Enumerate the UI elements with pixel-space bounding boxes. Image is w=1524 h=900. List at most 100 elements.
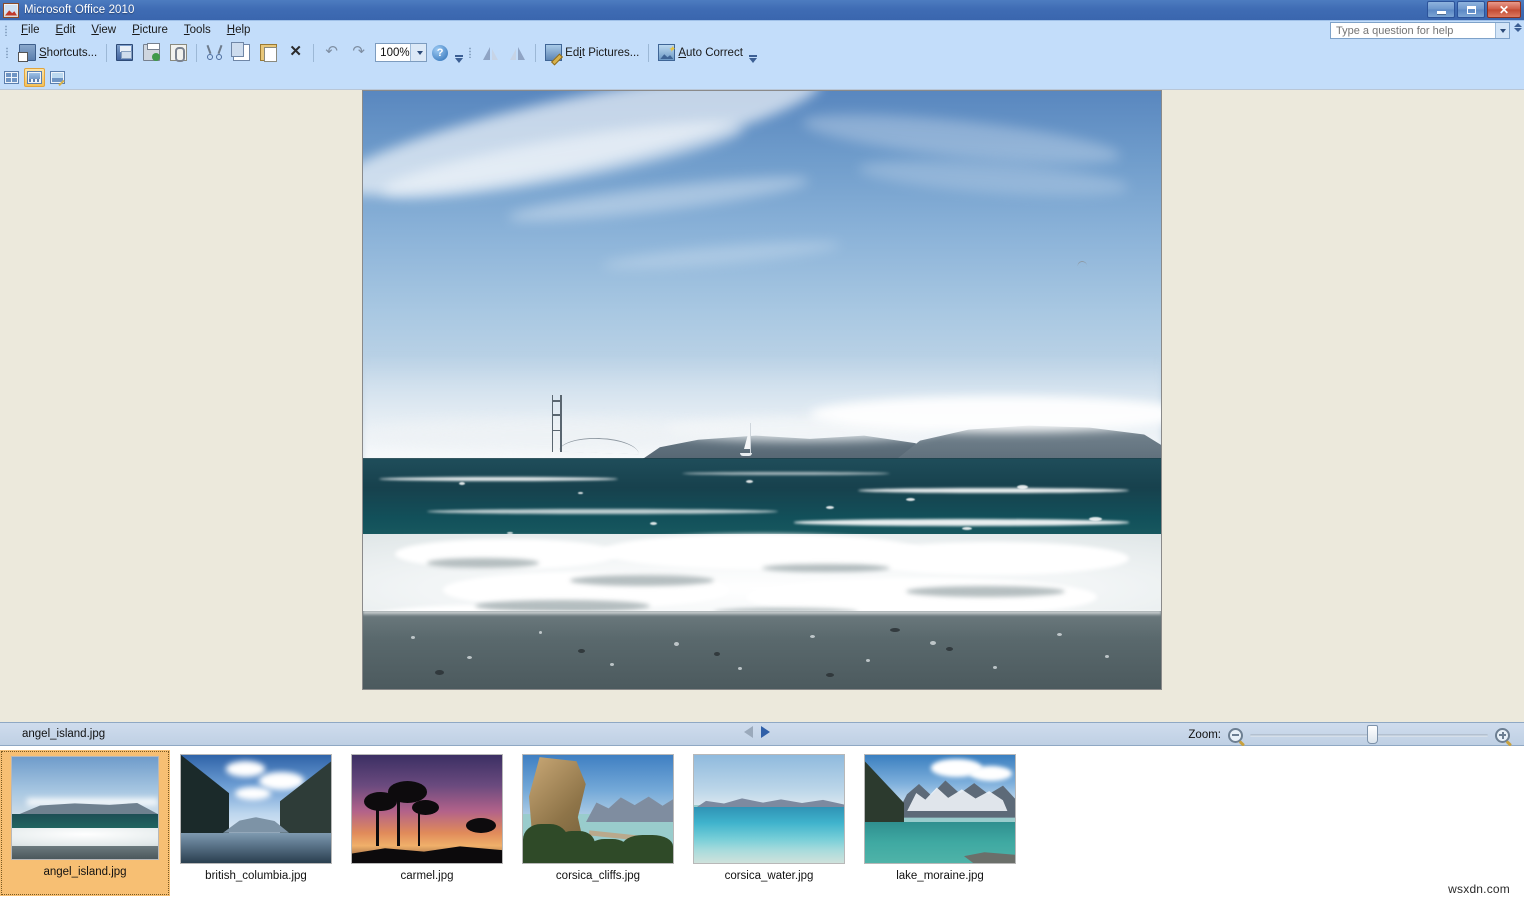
picture-toolbar-overflow-button[interactable]: [748, 43, 759, 63]
help-button[interactable]: ?: [428, 42, 452, 64]
filmstrip-icon: [27, 70, 42, 84]
toolbar-zone: Shortcuts... ✕ ↶ ↷ 100% ? Edit Pictures.…: [0, 40, 1524, 89]
menu-item-view[interactable]: View: [83, 21, 124, 39]
window-title: Microsoft Office 2010: [24, 4, 135, 16]
thumbnail-label: corsica_water.jpg: [724, 870, 814, 882]
menu-item-tools[interactable]: Tools: [176, 21, 219, 39]
thumbnail-carmel[interactable]: carmel.jpg: [342, 750, 512, 896]
standard-toolbar: Shortcuts... ✕ ↶ ↷ 100% ? Edit Pictures.…: [0, 40, 1524, 65]
thumbnail-view-button[interactable]: [1, 68, 22, 87]
next-picture-button[interactable]: [761, 726, 770, 738]
help-search-box[interactable]: [1330, 22, 1510, 39]
zoom-slider[interactable]: [1250, 725, 1488, 744]
thumbnail-grid-icon: [4, 70, 19, 84]
delete-button[interactable]: ✕: [283, 42, 308, 64]
email-button[interactable]: [166, 42, 191, 64]
edit-pictures-icon: [545, 44, 563, 61]
rotate-right-button[interactable]: [505, 42, 530, 64]
shortcuts-button[interactable]: Shortcuts...: [15, 42, 101, 64]
toolbar-separator: [648, 43, 650, 62]
picture-manager-window: Microsoft Office 2010 ✕ File Edit View P…: [0, 0, 1524, 900]
scissors-icon: [206, 44, 223, 61]
rotate-right-icon: [509, 44, 526, 61]
menu-item-picture[interactable]: Picture: [124, 21, 176, 39]
single-picture-icon: [50, 70, 65, 84]
thumbnail-lake-moraine[interactable]: lake_moraine.jpg: [855, 750, 1025, 896]
save-icon: [116, 44, 134, 61]
question-mark-icon: ?: [432, 44, 449, 61]
menu-item-file[interactable]: File: [13, 21, 48, 39]
thumbnail-angel-island[interactable]: angel_island.jpg: [0, 750, 170, 896]
thumbnail-image: [11, 756, 159, 860]
rotate-left-button[interactable]: [478, 42, 503, 64]
printer-icon: [143, 43, 161, 61]
title-bar: Microsoft Office 2010 ✕: [0, 0, 1524, 21]
undo-button[interactable]: ↶: [319, 42, 344, 64]
zoom-out-icon[interactable]: [1228, 727, 1243, 743]
preview-image[interactable]: [362, 90, 1162, 690]
zoom-slider-thumb[interactable]: [1367, 725, 1378, 744]
cut-button[interactable]: [202, 42, 227, 64]
toolbar-separator: [313, 43, 315, 62]
thumbnail-label: lake_moraine.jpg: [896, 870, 984, 882]
save-button[interactable]: [112, 42, 137, 64]
print-button[interactable]: [139, 42, 164, 64]
undo-arrow-icon: ↶: [325, 43, 338, 60]
toolbar-separator: [535, 43, 537, 62]
help-search-input[interactable]: [1331, 24, 1495, 37]
thumbnail-label: british_columbia.jpg: [205, 870, 307, 882]
standard-toolbar-overflow-button[interactable]: [453, 43, 464, 63]
menu-bar: File Edit View Picture Tools Help: [0, 21, 1524, 40]
picture-navigation: [744, 726, 770, 738]
window-controls: ✕: [1427, 1, 1521, 18]
edit-pictures-button[interactable]: Edit Pictures...: [541, 42, 643, 64]
menu-gripper[interactable]: [2, 23, 10, 37]
redo-arrow-icon: ↷: [352, 43, 365, 60]
standard-toolbar-gripper[interactable]: [3, 46, 11, 60]
copy-icon: [231, 42, 251, 61]
help-search-dropdown-icon[interactable]: [1495, 23, 1509, 38]
auto-correct-button[interactable]: ✦ Auto Correct: [654, 42, 747, 64]
maximize-button[interactable]: [1457, 1, 1485, 18]
auto-correct-icon: ✦: [658, 44, 676, 61]
thumbnail-label: corsica_cliffs.jpg: [555, 870, 641, 882]
thumbnail-image: [693, 754, 845, 864]
photo-canvas: [363, 91, 1161, 689]
thumbnail-corsica-water[interactable]: corsica_water.jpg: [684, 750, 854, 896]
close-button[interactable]: ✕: [1487, 1, 1521, 18]
toolbar-separator: [196, 43, 198, 62]
thumbnail-british-columbia[interactable]: british_columbia.jpg: [171, 750, 341, 896]
picture-manager-icon: [3, 2, 19, 18]
photo-sailboat: [739, 423, 753, 456]
thumbnail-label: angel_island.jpg: [43, 866, 127, 878]
current-filename: angel_island.jpg: [22, 728, 106, 740]
copy-button[interactable]: [229, 42, 254, 64]
single-picture-view-button[interactable]: [47, 68, 68, 87]
picture-toolbar-gripper[interactable]: [466, 46, 474, 60]
thumbnail-image: [522, 754, 674, 864]
chevron-down-icon[interactable]: [409, 44, 427, 61]
paste-button[interactable]: [256, 42, 281, 64]
menu-item-help[interactable]: Help: [219, 21, 259, 39]
filmstrip[interactable]: angel_island.jpg british_columbia.jpg ca…: [0, 746, 1524, 900]
watermark: wsxdn.com: [1448, 882, 1510, 896]
zoom-in-icon[interactable]: [1495, 727, 1510, 743]
redo-button[interactable]: ↷: [346, 42, 371, 64]
zoom-combo[interactable]: 100%: [375, 43, 428, 62]
minimize-button[interactable]: [1427, 1, 1455, 18]
status-bar: angel_island.jpg Zoom:: [0, 722, 1524, 746]
clipboard-icon: [260, 44, 278, 62]
preview-workspace: [0, 89, 1524, 722]
thumbnail-corsica-cliffs[interactable]: corsica_cliffs.jpg: [513, 750, 683, 896]
zoom-label: Zoom:: [1188, 729, 1221, 741]
filmstrip-view-button[interactable]: [24, 67, 45, 87]
zoom-combo-value: 100%: [380, 46, 410, 59]
menu-item-edit[interactable]: Edit: [48, 21, 84, 39]
thumbnail-image: [180, 754, 332, 864]
thumbnail-image: [351, 754, 503, 864]
thumbnail-label: carmel.jpg: [400, 870, 454, 882]
photo-beach: [363, 611, 1161, 689]
photo-bridge-tower: [548, 394, 566, 452]
menubar-scroll-icons[interactable]: [1514, 23, 1522, 32]
previous-picture-button[interactable]: [744, 726, 753, 738]
